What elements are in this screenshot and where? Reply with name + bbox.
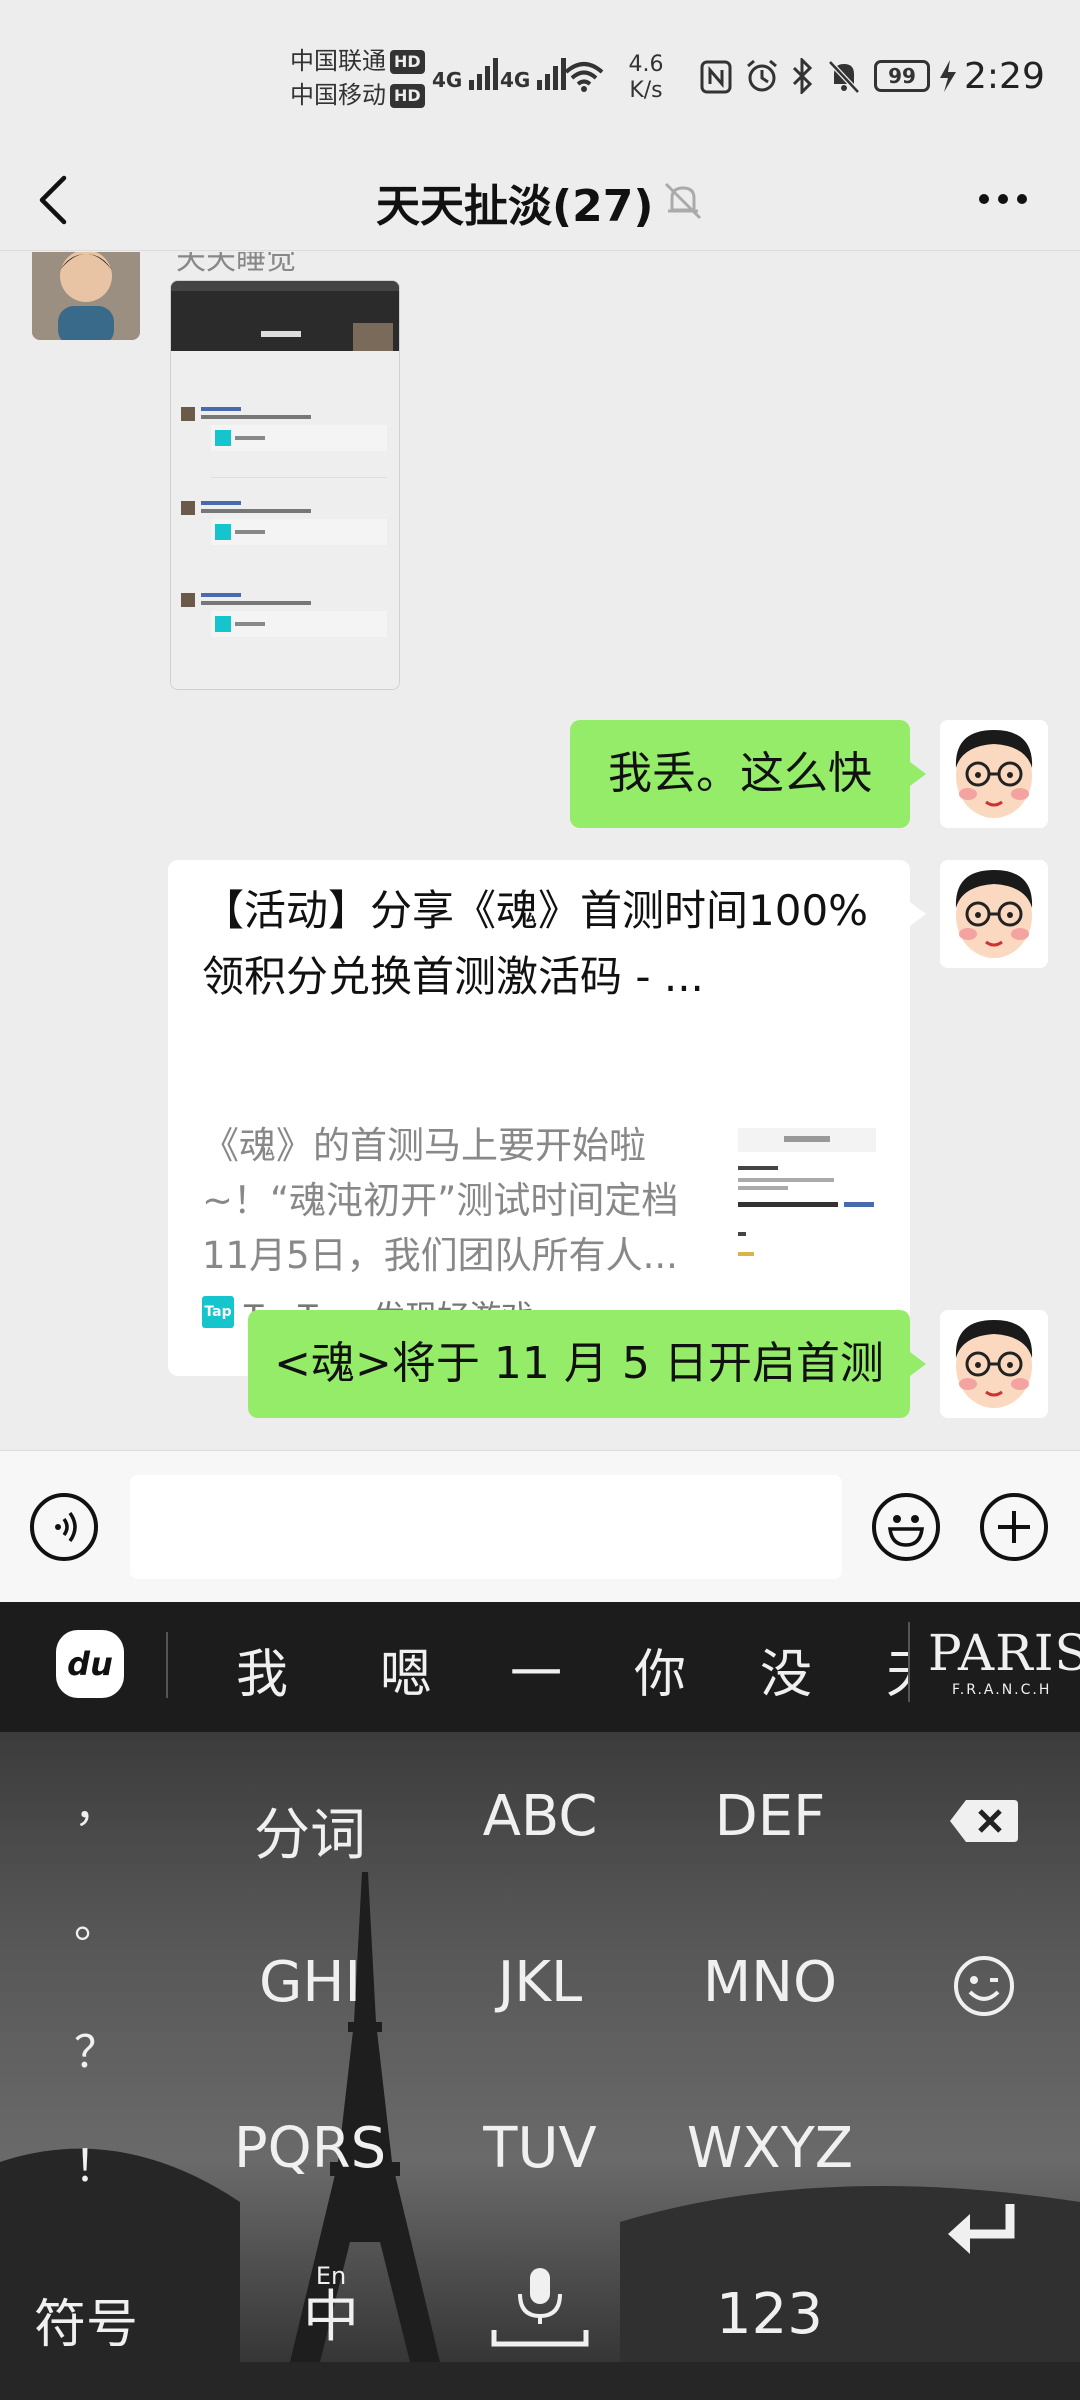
keyboard-logo-icon[interactable]: du (56, 1630, 124, 1698)
speed-value: 4.6 (628, 52, 664, 77)
sender-avatar[interactable] (32, 252, 140, 340)
punct-exclaim-key[interactable]: ！ (56, 2130, 136, 2194)
my-avatar-2[interactable] (940, 860, 1048, 968)
status-bar: 中国联通 HD 中国移动 HD 4G 4G 4.6 K/s 99 2:29 (0, 0, 1080, 150)
space-key[interactable] (490, 2264, 590, 2354)
alarm-icon (747, 59, 777, 92)
voice-icon (55, 1511, 77, 1543)
child-photo-icon (32, 252, 140, 340)
shared-screenshot-image[interactable] (170, 280, 400, 690)
carrier-1: 中国联通 HD (290, 44, 425, 78)
battery-indicator: 99 (874, 60, 930, 92)
link-card-description: 《魂》的首测马上要开始啦~！“魂沌初开”测试时间定档11月5日，我们团队所有人.… (202, 1124, 679, 1277)
battery-level: 99 (888, 64, 916, 88)
signal-2: 4G (500, 56, 571, 92)
taptap-logo-icon: Tap (202, 1296, 234, 1328)
charging-icon (940, 60, 956, 92)
plus-icon (998, 1511, 1030, 1543)
candidate-1[interactable]: 我 (236, 1632, 288, 1707)
speed-unit: K/s (629, 78, 663, 103)
more-options-icon[interactable] (978, 192, 1028, 206)
cartoon-avatar-icon (940, 720, 1048, 828)
key-abc[interactable]: ABC (450, 1784, 630, 1849)
hd-badge-2: HD (390, 84, 425, 108)
key-pqrs[interactable]: PQRS (220, 2116, 400, 2181)
skin-logo-subtitle: F.R.A.N.C.H (952, 1682, 1052, 1698)
punct-comma-key[interactable]: ， (56, 1770, 136, 1834)
page-title: 天天扯淡(27) (376, 181, 654, 232)
link-card-title: 【活动】分享《魂》首测时间100%领积分兑换首测激活码 - ... (202, 886, 869, 1001)
key-wxyz[interactable]: WXYZ (680, 2116, 860, 2181)
key-def[interactable]: DEF (680, 1784, 860, 1849)
language-key[interactable]: En 中 (286, 2262, 376, 2346)
mute-bell-icon (828, 60, 860, 94)
bluetooth-icon (792, 58, 813, 94)
skin-divider (908, 1622, 910, 1702)
input-bar (0, 1450, 1080, 1603)
candidate-6-clip[interactable]: 天 (886, 1632, 908, 1707)
microphone-icon (491, 2268, 589, 2347)
cartoon-avatar-3-icon (940, 1310, 1048, 1418)
key-mno[interactable]: MNO (680, 1950, 860, 2015)
wifi-icon (564, 62, 604, 92)
network-speed: 4.6 K/s (616, 52, 676, 104)
punct-period-key[interactable]: 。 (56, 1886, 136, 1950)
clock: 2:29 (964, 56, 1045, 97)
key-segment[interactable]: 分词 (220, 1790, 400, 1871)
candidate-divider (166, 1632, 168, 1698)
sender-name: 天天睡觉 (176, 252, 296, 277)
skin-logo-title: PARIS (928, 1624, 1080, 1682)
cartoon-avatar-2-icon (940, 860, 1048, 968)
candidate-3[interactable]: 一 (510, 1632, 562, 1707)
network-type-2: 4G (500, 68, 531, 92)
mute-notification-icon (664, 182, 702, 220)
sent-message-bubble-2[interactable]: <魂>将于 11 月 5 日开启首测 (248, 1310, 926, 1418)
key-tuv[interactable]: TUV (450, 2116, 630, 2181)
link-thumbnail (734, 1122, 880, 1282)
emoji-key-icon[interactable] (952, 1954, 1016, 2018)
chat-area[interactable]: 天天睡觉 我丢。这么快 【活动】分享《魂》首测时间100%领积分兑换首测激活码 … (0, 252, 1080, 1450)
key-ghi[interactable]: GHI (220, 1950, 400, 2015)
nfc-icon (700, 60, 732, 94)
my-avatar-3[interactable] (940, 1310, 1048, 1418)
key-jkl[interactable]: JKL (450, 1950, 630, 2015)
symbol-key[interactable]: 符号 (34, 2282, 138, 2357)
message-text: 我丢。这么快 (608, 748, 872, 799)
message-input[interactable] (130, 1475, 842, 1579)
keyboard-logo-text: du (67, 1645, 113, 1683)
hd-badge: HD (390, 50, 425, 74)
punct-question-key[interactable]: ？ (56, 2016, 136, 2080)
voice-button[interactable] (30, 1493, 98, 1561)
language-key-zh: 中 (303, 2285, 359, 2350)
candidate-5[interactable]: 没 (760, 1632, 812, 1707)
candidate-4[interactable]: 你 (634, 1632, 686, 1707)
number-key[interactable]: 123 (716, 2282, 823, 2347)
smiley-icon (888, 1515, 924, 1547)
link-card[interactable]: 【活动】分享《魂》首测时间100%领积分兑换首测激活码 - ... (168, 860, 926, 1132)
carrier-2: 中国移动 HD (290, 78, 425, 112)
candidate-6: 天 (886, 1645, 908, 1705)
candidate-2[interactable]: 嗯 (380, 1632, 432, 1707)
signal-1: 4G (432, 56, 503, 92)
carrier-2-label: 中国移动 (290, 81, 386, 109)
enter-icon[interactable] (944, 2200, 1024, 2260)
sent-message-bubble[interactable]: 我丢。这么快 (570, 720, 926, 828)
screenshot-thumbnail (171, 281, 399, 689)
carrier-1-label: 中国联通 (290, 47, 386, 75)
more-button[interactable] (980, 1493, 1048, 1561)
back-arrow-icon[interactable] (34, 174, 74, 226)
network-type-1: 4G (432, 68, 463, 92)
backspace-icon[interactable] (948, 1796, 1020, 1846)
title-bar: 天天扯淡(27) (0, 150, 1080, 251)
emoji-button[interactable] (872, 1493, 940, 1561)
message-text-2: <魂>将于 11 月 5 日开启首测 (274, 1338, 884, 1389)
my-avatar[interactable] (940, 720, 1048, 828)
signal-bars-icon (469, 58, 499, 90)
keyboard: du 我 嗯 一 你 没 天 PARIS F.R.A.N.C.H ， 。 ？ ！… (0, 1602, 1080, 2400)
